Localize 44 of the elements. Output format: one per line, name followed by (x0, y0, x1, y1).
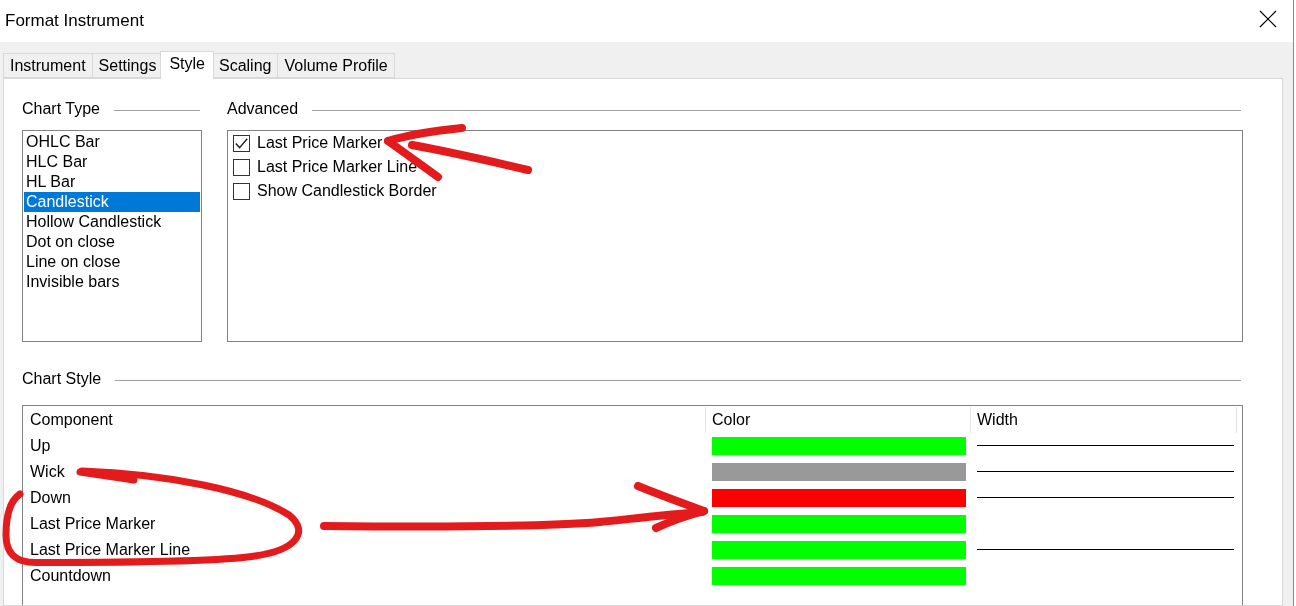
table-cell: Last Price Marker Line (30, 541, 191, 559)
option-label[interactable]: Show Candlestick Border (257, 182, 437, 200)
checkbox[interactable] (233, 158, 250, 176)
close-icon (1259, 10, 1277, 28)
tab[interactable]: Volume Profile (277, 53, 395, 78)
table-cell: Down (30, 489, 71, 507)
window-title: Format Instrument (5, 11, 144, 31)
column-header: Component (29, 410, 114, 430)
table-cell: Last Price Marker (30, 515, 156, 533)
swatch-icon[interactable] (712, 437, 966, 455)
line-width-icon[interactable] (977, 445, 1234, 446)
list-item[interactable]: HLC Bar (24, 152, 200, 172)
checkbox[interactable] (233, 182, 250, 200)
swatch-icon[interactable] (712, 489, 966, 507)
table-cell: Countdown (30, 567, 111, 585)
line-width-icon[interactable] (977, 549, 1234, 550)
list-item[interactable]: Dot on close (24, 232, 200, 252)
section-title: Chart Type (22, 100, 100, 118)
list-item[interactable]: Candlestick (24, 192, 200, 212)
list-item[interactable]: Line on close (24, 252, 200, 272)
swatch-icon[interactable] (712, 463, 966, 481)
list-item[interactable]: HL Bar (24, 172, 200, 192)
table-cell: Up (30, 437, 51, 455)
tab[interactable]: Instrument (3, 53, 93, 78)
list-item[interactable]: Hollow Candlestick (24, 212, 200, 232)
section-title: Advanced (227, 100, 299, 118)
tab[interactable]: Scaling (212, 53, 279, 78)
swatch-icon[interactable] (712, 567, 966, 585)
list-item[interactable]: Invisible bars (24, 272, 200, 292)
option-label[interactable]: Last Price Marker Line (257, 158, 418, 176)
column-header: Color (705, 407, 970, 433)
check-icon (235, 137, 248, 149)
option-label[interactable]: Last Price Marker (257, 134, 383, 152)
close-button[interactable] (1258, 9, 1278, 29)
line-width-icon[interactable] (977, 497, 1234, 498)
column-header: Width (970, 407, 1237, 433)
line-width-icon[interactable] (977, 471, 1234, 472)
swatch-icon[interactable] (712, 515, 966, 533)
swatch-icon[interactable] (712, 541, 966, 559)
list-item[interactable]: OHLC Bar (24, 132, 200, 152)
table-cell: Wick (30, 463, 65, 481)
checkbox[interactable] (233, 134, 250, 152)
tab[interactable]: Style (160, 51, 214, 79)
section-title: Chart Style (22, 370, 102, 388)
